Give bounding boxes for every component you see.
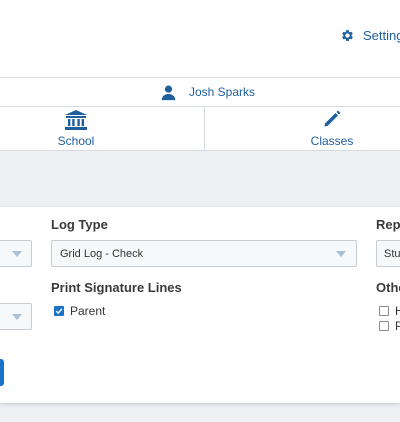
user-menu[interactable]: Josh Sparks bbox=[160, 83, 255, 101]
parent-checkbox[interactable] bbox=[54, 306, 64, 316]
settings-label: Settings bbox=[363, 27, 400, 43]
chevron-down-icon bbox=[336, 251, 346, 257]
chevron-down-icon bbox=[12, 251, 22, 257]
user-name: Josh Sparks bbox=[189, 85, 256, 99]
log-type-label: Log Type bbox=[51, 217, 108, 232]
options-panel bbox=[0, 207, 400, 403]
tab-classes-label: Classes bbox=[310, 134, 354, 148]
log-type-value: Grid Log - Check bbox=[60, 247, 144, 260]
report-select[interactable]: Stu bbox=[376, 240, 400, 267]
tab-school[interactable]: School bbox=[16, 110, 136, 148]
gear-icon bbox=[340, 28, 355, 43]
nav-divider bbox=[204, 107, 205, 151]
primary-action-button[interactable] bbox=[0, 359, 4, 386]
other-checkbox-2[interactable] bbox=[379, 321, 389, 331]
tab-school-label: School bbox=[57, 134, 95, 148]
log-type-select[interactable]: Grid Log - Check bbox=[51, 240, 357, 267]
user-icon bbox=[160, 84, 177, 101]
settings-link[interactable]: Settings bbox=[340, 26, 400, 44]
other-checkbox-1[interactable] bbox=[379, 306, 389, 316]
tab-classes[interactable]: Classes bbox=[272, 110, 392, 148]
other-checkbox-1-label: H bbox=[395, 304, 400, 318]
report-label: Rep bbox=[376, 217, 400, 232]
other-checkbox-2-label: P bbox=[395, 319, 400, 333]
school-icon bbox=[65, 110, 87, 130]
pencil-icon bbox=[323, 110, 341, 128]
report-value: Stu bbox=[384, 247, 400, 260]
chevron-down-icon bbox=[12, 314, 22, 320]
signature-lines-label: Print Signature Lines bbox=[51, 280, 182, 295]
parent-checkbox-label: Parent bbox=[70, 304, 106, 318]
other-label: Othe bbox=[376, 280, 400, 295]
